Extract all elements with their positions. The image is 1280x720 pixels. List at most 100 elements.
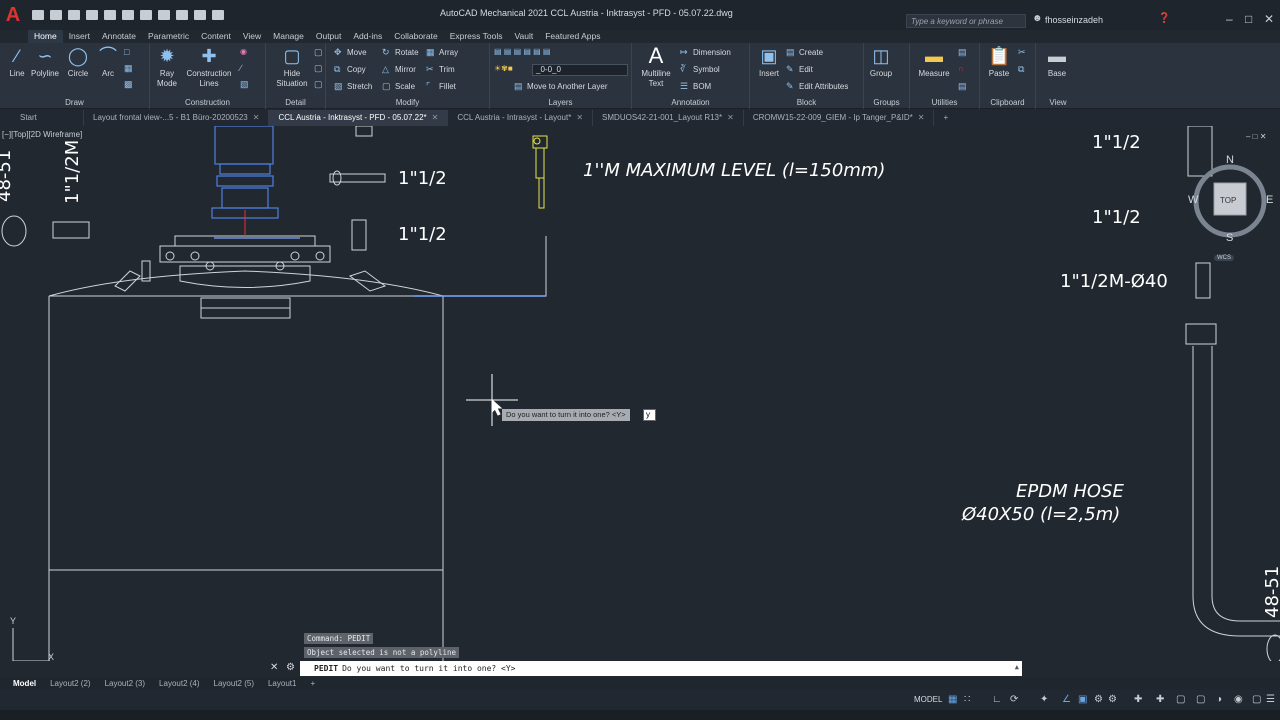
tab-featured-apps[interactable]: Featured Apps	[539, 30, 606, 43]
model-space-toggle[interactable]: MODEL	[914, 695, 942, 704]
workspace-switch-icon[interactable]: ✚	[1134, 694, 1142, 705]
tab-manage[interactable]: Manage	[267, 30, 310, 43]
viewcube-top-face[interactable]: TOP	[1220, 196, 1236, 205]
viewport-controls[interactable]: [−][Top][2D Wireframe]	[2, 130, 82, 139]
wrench-icon[interactable]: ⚙	[286, 662, 295, 673]
rectangle-icon[interactable]: □	[124, 45, 137, 59]
construction-lines-tool[interactable]: ✚ Construction Lines	[184, 45, 234, 89]
id-point-icon[interactable]: ▤	[958, 79, 971, 93]
tab-vault[interactable]: Vault	[508, 30, 539, 43]
ray-mode-tool[interactable]: ✹ Ray Mode	[150, 45, 184, 89]
share-icon[interactable]	[194, 10, 206, 20]
hardware-acceleration-icon[interactable]: ◉	[1234, 694, 1243, 705]
hide-situation-tool[interactable]: ▢ Hide Situation	[270, 45, 314, 89]
clipboard-panel-title[interactable]: Clipboard	[980, 98, 1035, 107]
cloud-save-icon[interactable]	[122, 10, 134, 20]
copy-button[interactable]: ⧉ Copy	[334, 62, 366, 76]
paste-tool[interactable]: 📋 Paste	[982, 45, 1016, 79]
group-tool[interactable]: ◫ Group	[864, 45, 898, 79]
detail-panel-title[interactable]: Detail	[266, 98, 325, 107]
polyline-tool[interactable]: ∽ Polyline	[28, 45, 62, 79]
app-menu-button[interactable]: A	[0, 0, 26, 30]
xline-icon[interactable]: ∕	[240, 61, 253, 75]
tab-add-ins[interactable]: Add-ins	[347, 30, 388, 43]
save-icon[interactable]	[68, 10, 80, 20]
snap-icon[interactable]: ∷	[964, 694, 970, 705]
close-icon[interactable]: ✕	[270, 662, 278, 673]
point-icon[interactable]: ◉	[240, 45, 247, 59]
annotation-monitor-icon[interactable]: ✚	[1156, 694, 1164, 705]
quick-properties-icon[interactable]: ▢	[1196, 694, 1205, 705]
modify-panel-title[interactable]: Modify	[326, 98, 489, 107]
plot-icon[interactable]	[140, 10, 152, 20]
tab-layout2-4[interactable]: Layout2 (4)	[152, 679, 206, 688]
cut-icon[interactable]: ✂	[1018, 45, 1031, 59]
search-input[interactable]: Type a keyword or phrase	[906, 14, 1026, 28]
annotation-panel-title[interactable]: Annotation	[632, 98, 749, 107]
doc-tab-2[interactable]: CCL Austria - Inktrasyst - PFD - 05.07.2…	[269, 110, 449, 126]
rotate-button[interactable]: ↻ Rotate	[382, 45, 419, 59]
bom-button[interactable]: ☰ BOM	[680, 79, 711, 93]
polar-icon[interactable]: ⟳	[1010, 694, 1018, 705]
redo-icon[interactable]	[176, 10, 188, 20]
close-tab-icon[interactable]: ✕	[727, 113, 734, 122]
new-tab-icon[interactable]: +	[934, 110, 957, 126]
measure-tool[interactable]: ▬ Measure	[914, 45, 954, 79]
insert-tool[interactable]: ▣ Insert	[752, 45, 786, 79]
tab-collaborate[interactable]: Collaborate	[388, 30, 443, 43]
create-block-button[interactable]: ▤ Create	[786, 45, 823, 59]
circle-tool[interactable]: ◯ Circle	[61, 45, 95, 79]
undo-icon[interactable]	[158, 10, 170, 20]
tab-home[interactable]: Home	[28, 30, 63, 43]
user-name[interactable]: fhosseinzadeh	[1045, 15, 1103, 25]
lineweight-icon[interactable]: ⚙	[1094, 694, 1103, 705]
symbol-button[interactable]: ∛ Symbol	[680, 62, 720, 76]
move-to-layer-button[interactable]: ▤ Move to Another Layer	[514, 79, 608, 93]
arc-tool[interactable]: ⌒ Arc	[91, 45, 125, 79]
units-icon[interactable]: ▢	[1176, 694, 1185, 705]
ortho-icon[interactable]: ∟	[992, 694, 1002, 705]
scale-button[interactable]: ▢ Scale	[382, 79, 415, 93]
add-layout-button[interactable]: +	[303, 679, 322, 688]
tab-model[interactable]: Model	[6, 679, 43, 688]
close-icon[interactable]: ✕	[1264, 12, 1274, 26]
dimension-button[interactable]: ↦ Dimension	[680, 45, 731, 59]
groups-panel-title[interactable]: Groups	[864, 98, 909, 107]
annotation-scale-icon[interactable]: ⚙	[1108, 694, 1117, 705]
maximize-icon[interactable]: □	[1245, 12, 1252, 26]
layer-properties-icons[interactable]: ▤ ▤ ▤ ▤ ▤ ▤	[494, 45, 550, 59]
isolate-objects-icon[interactable]: ◑	[1216, 694, 1222, 705]
object-snap-icon[interactable]: ▣	[1078, 694, 1087, 705]
layers-panel-title[interactable]: Layers	[490, 98, 631, 107]
open-icon[interactable]	[50, 10, 62, 20]
edit-block-button[interactable]: ✎ Edit	[786, 62, 813, 76]
new-icon[interactable]	[32, 10, 44, 20]
layer-state-icons[interactable]: ☀✾■	[494, 62, 513, 76]
wcs-menu[interactable]: WCS	[1214, 255, 1234, 261]
close-tab-icon[interactable]: ✕	[432, 113, 439, 122]
grid-icon[interactable]: ▦	[948, 694, 957, 705]
viewcube[interactable]: N S W E TOP	[1186, 154, 1276, 246]
close-tab-icon[interactable]: ✕	[253, 113, 260, 122]
customize-menu-icon[interactable]: ☰	[1266, 694, 1275, 705]
viewcube-north[interactable]: N	[1226, 154, 1234, 166]
doc-tab-start[interactable]: Start	[0, 110, 84, 126]
array-button[interactable]: ▦ Array	[426, 45, 458, 59]
tab-layout2-5[interactable]: Layout2 (5)	[207, 679, 261, 688]
doc-tab-3[interactable]: CCL Austria - Intrasyst - Layout* ✕	[448, 110, 594, 126]
block-panel-title[interactable]: Block	[750, 98, 863, 107]
save-as-icon[interactable]	[86, 10, 98, 20]
tab-content[interactable]: Content	[195, 30, 237, 43]
workspace-icon[interactable]	[212, 10, 224, 20]
close-tab-icon[interactable]: ✕	[918, 113, 925, 122]
doc-tab-4[interactable]: SMDUOS42-21-001_Layout R13* ✕	[593, 110, 744, 126]
base-tool[interactable]: ▬ Base	[1040, 45, 1074, 79]
command-line-input[interactable]: PEDIT Do you want to turn it into one? <…	[300, 661, 1022, 676]
trim-button[interactable]: ✂ Trim	[426, 62, 455, 76]
close-tab-icon[interactable]: ✕	[576, 113, 583, 122]
stretch-button[interactable]: ▧ Stretch	[334, 79, 372, 93]
clean-screen-icon[interactable]: ▢	[1252, 694, 1261, 705]
magnet-icon[interactable]: ∩	[958, 62, 964, 76]
tab-annotate[interactable]: Annotate	[96, 30, 142, 43]
isodraft-icon[interactable]: ✦	[1040, 694, 1048, 705]
